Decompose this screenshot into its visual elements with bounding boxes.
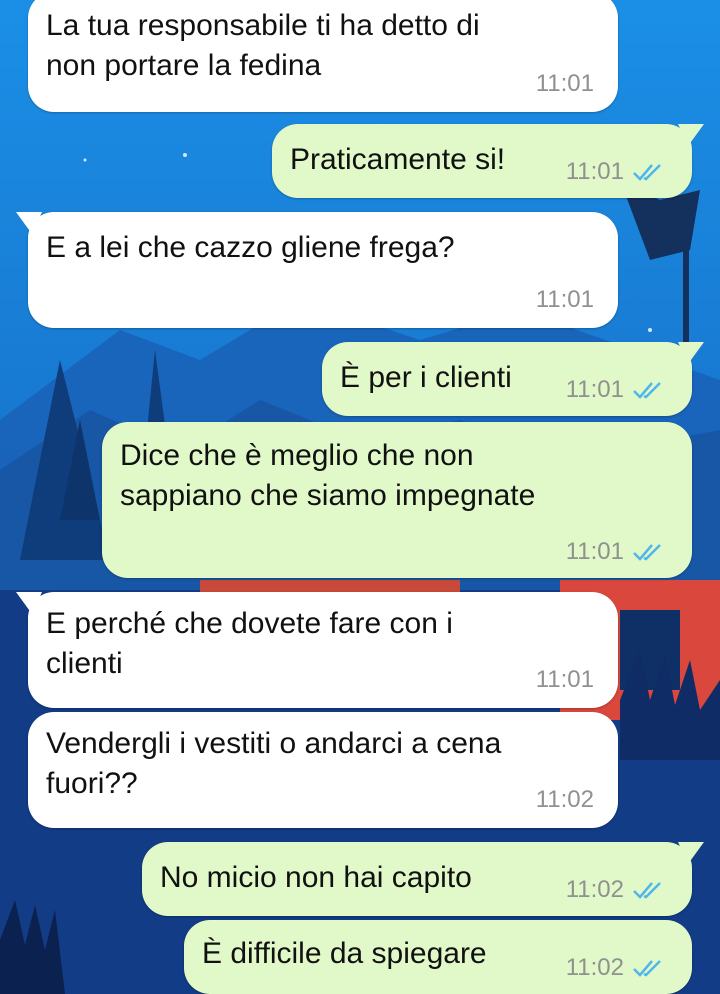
message-time: 11:01: [565, 538, 624, 565]
message-meta: 11:02: [566, 876, 664, 904]
message-time: 11:02: [565, 876, 624, 903]
message-time: 11:01: [535, 666, 594, 693]
message-meta: 11:02: [536, 786, 594, 814]
read-double-check-icon: [633, 882, 661, 899]
bubble-tail: [678, 124, 704, 146]
message-outgoing[interactable]: È difficile da spiegare 11:02: [184, 920, 692, 994]
message-meta: 11:01: [566, 158, 664, 186]
read-double-check-icon: [633, 960, 661, 977]
message-text: La tua responsabile ti ha detto di non p…: [46, 9, 480, 82]
message-time: 11:01: [535, 286, 594, 313]
message-incoming[interactable]: La tua responsabile ti ha detto di non p…: [28, 0, 618, 112]
message-incoming[interactable]: E a lei che cazzo gliene frega? 11:01: [16, 212, 618, 328]
message-outgoing[interactable]: È per i clienti 11:01: [322, 342, 704, 416]
message-incoming[interactable]: E perché che dovete fare con i clienti 1…: [16, 592, 618, 708]
message-time: 11:02: [565, 954, 624, 981]
message-incoming[interactable]: Vendergli i vestiti o andarci a cena fuo…: [28, 712, 618, 828]
message-time: 11:01: [535, 70, 594, 97]
message-outgoing[interactable]: Dice che è meglio che non sappiano che s…: [102, 422, 692, 578]
message-text: Dice che è meglio che non sappiano che s…: [120, 439, 536, 512]
message-meta: 11:02: [566, 954, 664, 982]
read-double-check-icon: [633, 164, 661, 181]
message-time: 11:02: [535, 786, 594, 813]
message-text: E perché che dovete fare con i clienti: [46, 607, 453, 680]
bubble-tail: [16, 592, 42, 614]
message-outgoing[interactable]: No micio non hai capito 11:02: [142, 842, 704, 916]
message-text: Vendergli i vestiti o andarci a cena fuo…: [46, 727, 502, 800]
message-time: 11:01: [565, 376, 624, 403]
bubble-tail: [16, 212, 42, 234]
message-meta: 11:01: [566, 538, 664, 566]
message-meta: 11:01: [536, 666, 594, 694]
read-double-check-icon: [633, 382, 661, 399]
bubble-tail: [678, 342, 704, 364]
message-list[interactable]: La tua responsabile ti ha detto di non p…: [0, 0, 720, 994]
message-meta: 11:01: [536, 70, 594, 98]
message-text: E a lei che cazzo gliene frega?: [46, 231, 455, 264]
message-outgoing[interactable]: Praticamente si! 11:01: [272, 124, 704, 198]
read-double-check-icon: [633, 544, 661, 561]
bubble-tail: [678, 842, 704, 864]
message-meta: 11:01: [566, 376, 664, 404]
message-meta: 11:01: [536, 286, 594, 314]
message-time: 11:01: [565, 158, 624, 185]
